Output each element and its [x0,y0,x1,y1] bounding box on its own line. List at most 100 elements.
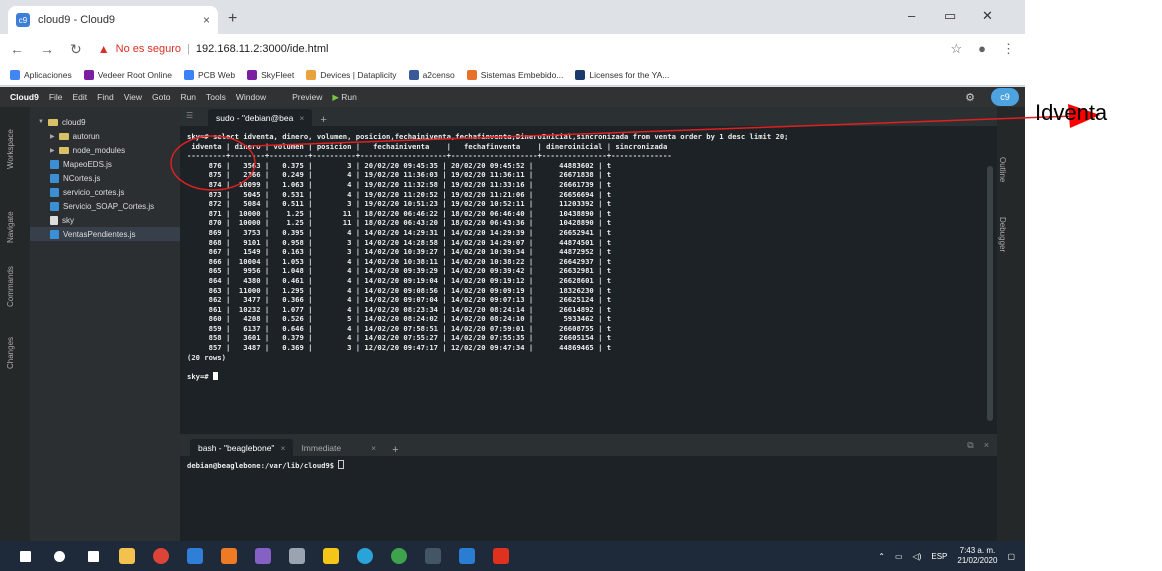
menu-goto[interactable]: Goto [152,92,170,102]
tab-navigate[interactable]: Navigate [6,211,15,243]
search-icon[interactable] [42,541,76,571]
close-icon[interactable]: × [299,113,304,123]
clock[interactable]: 7:43 a. m. 21/02/2020 [957,546,997,566]
app-orange-icon[interactable] [212,541,246,571]
network-icon[interactable]: ▭ [895,552,903,561]
close-pane-icon[interactable]: × [984,440,989,451]
app-yellow-icon[interactable] [314,541,348,571]
menu-find[interactable]: Find [97,92,114,102]
bookmarks-bar: Aplicaciones Vedeer Root Online PCB Web Sky… [0,64,1025,86]
tree-item[interactable]: Servicio_SOAP_Cortes.js [30,199,180,213]
chevron-up-icon[interactable]: ⌃ [878,552,885,561]
bookmark-item[interactable]: PCB Web [183,69,235,80]
app-doc-icon[interactable] [450,541,484,571]
preview-button[interactable]: Preview [292,92,322,102]
bookmark-item[interactable]: a2censo [408,69,455,80]
cursor [212,371,218,380]
bookmark-icon [10,69,20,80]
tree-item[interactable]: ▶ node_modules [30,143,180,157]
forward-arrow-icon[interactable]: → [40,41,54,57]
chevron-down-icon[interactable]: ▼ [38,119,44,125]
tab-commands[interactable]: Commands [6,266,15,307]
app-green-icon[interactable] [382,541,416,571]
tab-title: cloud9 - Cloud9 [38,14,116,26]
tab-debugger[interactable]: Debugger [998,217,1007,252]
file-icon [50,159,59,169]
minimize-button[interactable]: – [908,8,915,23]
volume-icon[interactable]: ◁) [913,552,922,561]
close-icon[interactable]: × [280,443,285,453]
tab-close-icon[interactable]: × [203,13,210,27]
edge-icon[interactable] [348,541,382,571]
pane-menu-icon[interactable]: ☰ [186,111,193,120]
language-indicator[interactable]: ESP [931,552,947,561]
start-icon[interactable] [8,541,42,571]
profile-icon[interactable]: ● [978,41,986,57]
back-arrow-icon[interactable]: ← [10,41,24,57]
menu-view[interactable]: View [124,92,142,102]
app-blue-icon[interactable] [178,541,212,571]
maximize-pane-icon[interactable]: ⧉ [967,440,973,451]
file-explorer-icon[interactable] [110,541,144,571]
chevron-right-icon[interactable]: ▶ [50,147,55,154]
browser-tab[interactable]: c9 cloud9 - Cloud9 × [8,6,218,34]
bookmark-item[interactable]: Licenses for the YA... [575,69,669,80]
right-panel-strip: Outline Debugger [997,107,1025,541]
avatar[interactable]: c9 [991,88,1019,106]
tab-immediate[interactable]: Immediate × [293,439,384,456]
tree-item[interactable]: ▶ autorun [30,129,180,143]
tab-workspace[interactable]: Workspace [6,129,15,169]
acrobat-icon[interactable] [484,541,518,571]
menu-file[interactable]: File [49,92,63,102]
file-icon [50,229,59,239]
add-tab-button[interactable]: + [392,444,398,456]
terminal-line: 867 | 1549 | 0.163 | 3 | 14/02/20 10:39:… [187,247,612,257]
close-icon[interactable]: × [371,443,376,453]
app-green-icon-glyph [391,548,407,564]
terminal-icon[interactable] [416,541,450,571]
bookmark-item[interactable]: Aplicaciones [10,69,72,80]
notifications-icon[interactable]: ▢ [1007,552,1015,561]
tree-item[interactable]: NCortes.js [30,171,180,185]
menu-icon[interactable]: ⋮ [1002,41,1015,57]
terminal-tab-bash[interactable]: bash - "beaglebone" × [190,439,294,456]
tree-item-label: NCortes.js [63,173,101,183]
bookmark-item[interactable]: Sistemas Embebido... [466,69,563,80]
task-view-icon[interactable] [76,541,110,571]
chevron-right-icon[interactable]: ▶ [50,133,55,140]
bookmark-item[interactable]: Devices | Dataplicity [306,69,397,80]
file-icon [50,187,59,197]
tree-item[interactable]: ▼ cloud9 [30,115,180,129]
tab-outline[interactable]: Outline [998,157,1007,182]
menu-run[interactable]: Run [180,92,196,102]
app-calc-icon-glyph [289,548,305,564]
add-tab-button[interactable]: + [320,114,326,126]
reload-icon[interactable]: ↻ [70,41,82,58]
maximize-button[interactable]: ▭ [944,8,956,24]
menu-tools[interactable]: Tools [206,92,226,102]
tree-item[interactable]: sky [30,213,180,227]
tab-changes[interactable]: Changes [6,337,15,369]
menu-edit[interactable]: Edit [73,92,88,102]
url-field[interactable]: ▲ No es seguro | 192.168.11.2:3000/ide.h… [98,42,329,56]
run-button[interactable]: ▶ Run [332,92,357,103]
bookmark-item[interactable]: Vedeer Root Online [83,69,172,80]
menu-window[interactable]: Window [236,92,266,102]
visual-studio-icon[interactable] [246,541,280,571]
close-window-button[interactable]: ✕ [982,8,993,24]
bookmark-item[interactable]: SkyFleet [247,69,294,80]
scrollbar[interactable] [987,166,993,421]
tree-item[interactable]: VentasPendientes.js [30,227,180,241]
tree-item[interactable]: servicio_cortes.js [30,185,180,199]
star-icon[interactable]: ☆ [950,41,962,57]
terminal-tab-sudo[interactable]: sudo - "debian@bea × [208,109,313,126]
ide-brand[interactable]: Cloud9 [10,92,39,102]
gear-icon[interactable]: ⚙ [965,91,975,104]
new-tab-button[interactable]: + [228,10,237,28]
bash-terminal[interactable]: debian@beaglebone:/var/lib/cloud9$ [180,456,997,541]
tree-item[interactable]: MapeoEDS.js [30,157,180,171]
terminal-line: 859 | 6137 | 0.646 | 4 | 14/02/20 07:58:… [187,323,612,333]
app-calc-icon[interactable] [280,541,314,571]
chrome-icon[interactable] [144,541,178,571]
terminal-output[interactable]: sky=# select idventa, dinero, volumen, p… [180,126,997,434]
